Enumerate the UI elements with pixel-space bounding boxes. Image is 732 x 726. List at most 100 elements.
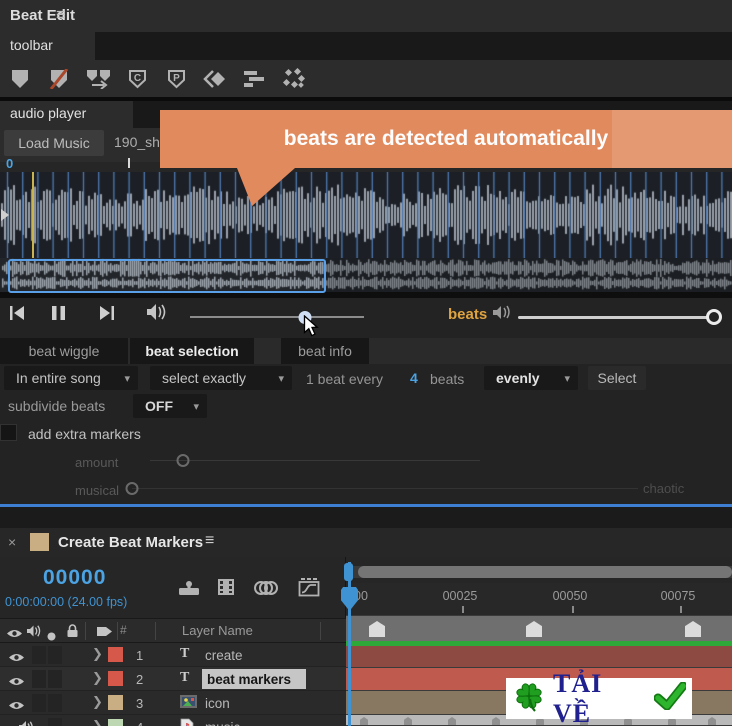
skip-forward-button[interactable] bbox=[96, 304, 118, 322]
amount-slider[interactable] bbox=[150, 452, 480, 470]
ruler-label: 00075 bbox=[660, 589, 696, 603]
layer-color-swatch[interactable] bbox=[108, 647, 123, 662]
mouse-cursor bbox=[303, 314, 320, 343]
add-extra-markers-checkbox[interactable] bbox=[0, 424, 17, 441]
layer-name-edit-field[interactable]: beat markers bbox=[202, 669, 306, 689]
beat-selection-panel: In entire song ▾ select exactly ▾ 1 beat… bbox=[0, 364, 732, 504]
pause-button[interactable] bbox=[48, 304, 70, 322]
eye-icon[interactable] bbox=[8, 650, 25, 668]
layer-row-beat-markers[interactable]: ❯ 2 T beat markers bbox=[0, 667, 346, 691]
column-separator bbox=[85, 622, 86, 640]
tab-audio-player[interactable]: audio player bbox=[0, 101, 133, 128]
tab-beat-info[interactable]: beat info bbox=[281, 338, 369, 364]
music-volume-icon[interactable] bbox=[146, 303, 170, 326]
skip-back-button[interactable] bbox=[6, 304, 28, 322]
comp-color-swatch[interactable] bbox=[30, 533, 49, 551]
comp-marker-icon[interactable] bbox=[526, 621, 542, 637]
layer-row-music[interactable]: ❯ 4 music bbox=[0, 715, 346, 726]
toolbar-tab-row: toolbar bbox=[0, 32, 732, 60]
select-mode-dropdown[interactable]: select exactly ▾ bbox=[150, 366, 292, 390]
text-layer-icon: T bbox=[180, 646, 190, 661]
beats-volume-thumb[interactable] bbox=[706, 309, 722, 325]
shy-layers-icon[interactable] bbox=[178, 581, 200, 601]
music-volume-slider[interactable] bbox=[190, 308, 364, 326]
add-marker-icon[interactable] bbox=[8, 69, 32, 89]
callout-highlight-overlay bbox=[612, 110, 732, 168]
precomp-marker-icon[interactable]: P bbox=[164, 69, 188, 89]
scope-dropdown[interactable]: In entire song ▾ bbox=[4, 366, 138, 390]
overview-dim-region bbox=[326, 258, 732, 292]
current-timecode[interactable]: 00000 bbox=[43, 566, 106, 590]
expand-chevron-icon[interactable]: ❯ bbox=[92, 718, 103, 726]
distribution-dropdown[interactable]: evenly ▾ bbox=[484, 366, 578, 390]
layer-color-swatch[interactable] bbox=[108, 671, 123, 686]
text-layer-icon: T bbox=[180, 670, 190, 685]
audio-on-speaker-icon[interactable] bbox=[18, 720, 34, 726]
chevron-down-icon: ▾ bbox=[124, 372, 130, 385]
comp-marker-band[interactable] bbox=[346, 615, 732, 641]
beats-volume-slider[interactable] bbox=[518, 308, 722, 326]
tab-beat-wiggle[interactable]: beat wiggle bbox=[0, 338, 128, 364]
watermark-text[interactable]: TẢI VỀ bbox=[553, 669, 647, 726]
timeline-scrollbar-thumb[interactable] bbox=[358, 566, 732, 578]
subdivide-dropdown[interactable]: OFF ▾ bbox=[133, 394, 207, 418]
ruler-label: 00025 bbox=[442, 589, 478, 603]
layer-number: 3 bbox=[136, 696, 144, 711]
expand-chevron-icon[interactable]: ❯ bbox=[92, 694, 103, 710]
eye-icon[interactable] bbox=[8, 698, 25, 716]
layer-color-swatch[interactable] bbox=[108, 695, 123, 710]
timeline-ruler[interactable]: 00 00025 00050 00075 bbox=[346, 583, 732, 615]
frame-blend-icon[interactable] bbox=[216, 578, 236, 601]
comp-marker-icon[interactable]: C bbox=[125, 69, 149, 89]
motion-blur-icon[interactable] bbox=[254, 580, 278, 601]
beats-volume-icon[interactable] bbox=[492, 304, 514, 326]
tab-beat-selection[interactable]: beat selection bbox=[130, 338, 254, 364]
panel-menu-icon[interactable]: ≡ bbox=[56, 5, 66, 25]
move-markers-icon[interactable] bbox=[86, 69, 110, 89]
comp-menu-icon[interactable]: ≡ bbox=[205, 532, 214, 550]
amount-thumb[interactable] bbox=[176, 454, 190, 467]
every-value-field[interactable]: 4 bbox=[410, 370, 418, 386]
panel-gap bbox=[0, 507, 732, 528]
musical-chaotic-slider[interactable] bbox=[125, 480, 638, 498]
tab-toolbar[interactable]: toolbar bbox=[0, 32, 95, 60]
select-button[interactable]: Select bbox=[588, 366, 646, 390]
layer-name[interactable]: icon bbox=[205, 696, 230, 711]
eye-icon[interactable] bbox=[8, 674, 25, 692]
timeline-playhead-line[interactable] bbox=[348, 562, 351, 726]
musical-label: musical bbox=[75, 483, 120, 498]
tab-toolbar-label: toolbar bbox=[10, 37, 53, 53]
toolbar-icons: C P bbox=[0, 60, 732, 97]
svg-text:P: P bbox=[173, 73, 180, 84]
scatter-markers-icon[interactable] bbox=[281, 67, 305, 90]
lock-column-icon bbox=[66, 624, 79, 643]
delete-marker-icon[interactable] bbox=[47, 68, 71, 89]
musical-thumb[interactable] bbox=[125, 482, 139, 495]
expand-chevron-icon[interactable]: ❯ bbox=[92, 646, 103, 662]
layer-color-swatch[interactable] bbox=[108, 719, 123, 726]
select-mode-value: select exactly bbox=[162, 370, 247, 386]
close-icon[interactable]: × bbox=[8, 534, 16, 550]
overview-selection-box[interactable] bbox=[8, 259, 326, 293]
audio-playhead[interactable] bbox=[32, 172, 34, 258]
image-layer-icon bbox=[180, 694, 197, 714]
track-bar-create[interactable] bbox=[346, 646, 732, 668]
chaotic-label: chaotic bbox=[643, 481, 685, 496]
layer-row-icon[interactable]: ❯ 3 icon bbox=[0, 691, 346, 715]
comp-marker-icon[interactable] bbox=[685, 621, 701, 637]
tab-audio-player-label: audio player bbox=[10, 105, 87, 121]
waveform-display[interactable] bbox=[0, 172, 732, 258]
layer-name[interactable]: create bbox=[205, 648, 243, 663]
graph-editor-icon[interactable] bbox=[298, 578, 320, 602]
layer-row-create[interactable]: ❯ 1 T create bbox=[0, 643, 346, 667]
layer-name[interactable]: music bbox=[205, 720, 240, 726]
sequence-layers-icon[interactable] bbox=[242, 69, 266, 89]
load-music-button[interactable]: Load Music bbox=[4, 130, 104, 156]
expand-chevron-icon[interactable]: ❯ bbox=[92, 670, 103, 686]
timecode-detail: 0:00:00:00 (24.00 fps) bbox=[5, 595, 128, 609]
track-name: 190_sh bbox=[114, 134, 160, 150]
toggle-cell bbox=[32, 646, 46, 664]
layer-number-column: # bbox=[120, 623, 127, 637]
keyframes-icon[interactable] bbox=[203, 69, 227, 89]
comp-marker-icon[interactable] bbox=[369, 621, 385, 637]
